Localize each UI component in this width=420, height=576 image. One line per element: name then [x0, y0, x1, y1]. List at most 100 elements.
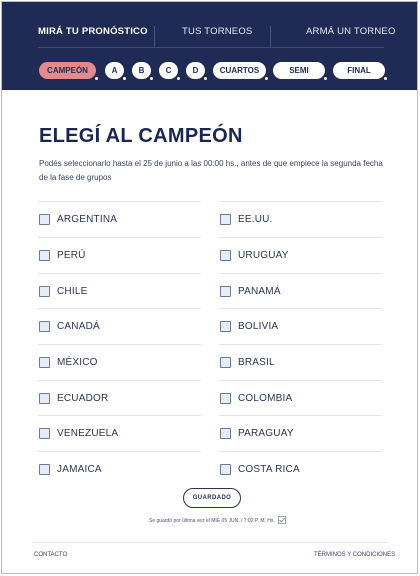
checkbox[interactable] [220, 249, 231, 261]
checkbox[interactable] [39, 213, 50, 225]
checkbox[interactable] [220, 320, 231, 332]
last-saved-note: Se guardó por última vez el MIÉ 05 JUN. … [149, 518, 275, 524]
team-option[interactable]: COSTA RICA [220, 459, 300, 479]
row-divider [38, 344, 201, 345]
row-divider [219, 237, 382, 238]
tab-label: A [111, 66, 118, 75]
tab-label: CAMPEÓN [47, 66, 88, 75]
team-option[interactable]: ARGENTINA [39, 209, 117, 229]
checkbox[interactable] [220, 463, 231, 475]
tab-indicator-dot [203, 76, 208, 81]
nav-mira-tu-pronostico[interactable]: MIRÁ TU PRONÓSTICO [38, 26, 148, 37]
checkbox[interactable] [220, 356, 231, 368]
team-name: CANADÁ [57, 320, 100, 332]
tab-label: FINAL [347, 66, 371, 75]
row-divider [38, 201, 201, 202]
checkbox[interactable] [220, 285, 231, 297]
team-name: CHILE [57, 285, 88, 297]
checkbox[interactable] [39, 463, 50, 475]
row-divider [38, 380, 201, 381]
tab-indicator-dot [264, 76, 269, 81]
tab-label: D [192, 66, 199, 75]
stage-tabs: CAMPEÓN A B C D CUARTOS SEMI FINAL [2, 62, 417, 81]
team-name: EE.UU. [238, 213, 273, 225]
checkbox[interactable] [220, 392, 231, 404]
team-name: PERÚ [57, 249, 86, 261]
page-description: Podés seleccionarlo hasta el 25 de junio… [39, 159, 383, 182]
team-option[interactable]: JAMAICA [39, 459, 102, 479]
team-name: PANAMÁ [238, 285, 281, 297]
team-name: COSTA RICA [238, 463, 300, 475]
team-option[interactable]: BOLIVIA [220, 316, 278, 336]
app-frame: MIRÁ TU PRONÓSTICO TUS TORNEOS ARMÁ UN T… [1, 1, 418, 574]
nav-arma-un-torneo[interactable]: ARMÁ UN TORNEO [306, 26, 396, 37]
team-option[interactable]: EE.UU. [220, 209, 273, 229]
tab-cuartos[interactable]: CUARTOS [213, 62, 269, 81]
nav-separator [154, 26, 155, 48]
checkbox[interactable] [39, 356, 50, 368]
team-option[interactable]: PANAMÁ [220, 281, 281, 301]
footer-divider [32, 542, 388, 543]
tab-indicator-dot [94, 76, 99, 81]
team-option[interactable]: CHILE [39, 281, 87, 301]
tab-indicator-dot [323, 76, 328, 81]
row-divider [38, 415, 201, 416]
row-divider [219, 415, 382, 416]
tab-group-d[interactable]: D [186, 62, 208, 81]
team-name: URUGUAY [238, 249, 289, 261]
team-option[interactable]: BRASIL [220, 352, 275, 372]
team-option[interactable]: MÉXICO [39, 352, 98, 372]
tab-label: C [165, 66, 172, 75]
team-option[interactable]: PERÚ [39, 245, 86, 265]
tab-campeon[interactable]: CAMPEÓN [39, 62, 99, 81]
row-divider [38, 308, 201, 309]
team-name: BOLIVIA [238, 320, 279, 332]
tab-label: SEMI [289, 66, 309, 75]
checkbox[interactable] [220, 427, 231, 439]
team-name: ECUADOR [57, 392, 109, 404]
tab-group-c[interactable]: C [159, 62, 181, 81]
team-name: COLOMBIA [238, 392, 293, 404]
save-button[interactable]: GUARDADO [183, 488, 241, 508]
team-option[interactable]: ECUADOR [39, 388, 108, 408]
tab-group-a[interactable]: A [105, 62, 127, 81]
row-divider [38, 451, 201, 452]
tab-indicator-dot [149, 76, 154, 81]
team-name: BRASIL [238, 356, 275, 368]
tab-indicator-dot [122, 76, 127, 81]
checkbox[interactable] [39, 392, 50, 404]
tab-indicator-dot [176, 76, 181, 81]
team-name: PARAGUAY [238, 427, 294, 439]
team-option[interactable]: COLOMBIA [220, 388, 292, 408]
tab-final[interactable]: FINAL [333, 62, 388, 81]
checkbox[interactable] [39, 249, 50, 261]
footer-terms-link[interactable]: TÉRMINOS Y CONDICIONES [314, 552, 395, 558]
checkbox[interactable] [220, 213, 231, 225]
check-icon [278, 516, 286, 524]
checkbox[interactable] [39, 320, 50, 332]
team-option[interactable]: PARAGUAY [220, 423, 294, 443]
tab-group-b[interactable]: B [132, 62, 154, 81]
team-name: MÉXICO [57, 356, 98, 368]
row-divider [219, 344, 382, 345]
team-name: JAMAICA [57, 463, 102, 475]
row-divider [219, 380, 382, 381]
tab-label: CUARTOS [219, 66, 260, 75]
nav-tus-torneos[interactable]: TUS TORNEOS [182, 26, 252, 37]
tab-label: B [138, 66, 145, 75]
row-divider [38, 237, 201, 238]
row-divider [219, 201, 382, 202]
nav-separator [270, 26, 271, 48]
team-name: VENEZUELA [57, 427, 119, 439]
top-nav: MIRÁ TU PRONÓSTICO TUS TORNEOS ARMÁ UN T… [2, 2, 417, 48]
checkbox[interactable] [39, 427, 50, 439]
checkbox[interactable] [39, 285, 50, 297]
team-option[interactable]: VENEZUELA [39, 423, 118, 443]
footer-contact-link[interactable]: CONTACTO [34, 552, 67, 558]
team-option[interactable]: CANADÁ [39, 316, 100, 336]
row-divider [38, 273, 201, 274]
tab-semi[interactable]: SEMI [273, 62, 328, 81]
team-option[interactable]: URUGUAY [220, 245, 289, 265]
row-divider [219, 451, 382, 452]
nav-underline [38, 47, 384, 48]
